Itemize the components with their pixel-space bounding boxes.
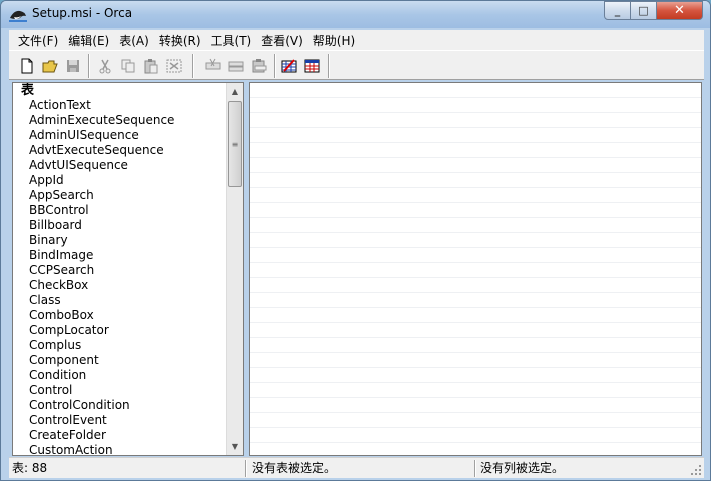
menu-tables[interactable]: 表(A) xyxy=(114,32,154,49)
list-item[interactable]: AdvtExecuteSequence xyxy=(29,143,174,158)
caption-buttons: _ □ ✕ xyxy=(604,1,703,20)
grid-line xyxy=(250,142,701,143)
list-item[interactable]: ComboBox xyxy=(29,308,174,323)
window-title: Setup.msi - Orca xyxy=(32,6,133,20)
menu-view[interactable]: 查看(V) xyxy=(256,32,308,49)
grid-line xyxy=(250,367,701,368)
list-item[interactable]: AdminUISequence xyxy=(29,128,174,143)
grid-line xyxy=(250,232,701,233)
scrollbar-thumb[interactable]: ≡ xyxy=(228,101,242,187)
grid-line xyxy=(250,217,701,218)
title-bar[interactable]: Setup.msi - Orca _ □ ✕ xyxy=(1,1,710,28)
list-item[interactable]: Class xyxy=(29,293,174,308)
grid-line xyxy=(250,397,701,398)
list-item[interactable]: BindImage xyxy=(29,248,174,263)
toolbar-separator xyxy=(328,54,330,78)
list-item[interactable]: ControlCondition xyxy=(29,398,174,413)
grid-line xyxy=(250,352,701,353)
grid-line xyxy=(250,127,701,128)
grid-line xyxy=(250,247,701,248)
grid-line xyxy=(250,307,701,308)
toolbar xyxy=(9,50,704,80)
status-divider xyxy=(474,460,476,477)
list-item[interactable]: Component xyxy=(29,353,174,368)
cut-icon[interactable] xyxy=(97,58,113,74)
tables-pane[interactable]: 表 ActionText AdminExecuteSequence AdminU… xyxy=(12,82,244,456)
grid-line xyxy=(250,322,701,323)
grid-line xyxy=(250,262,701,263)
paste-row-icon[interactable] xyxy=(251,58,267,74)
open-folder-icon[interactable] xyxy=(42,58,58,74)
tables-scrollbar[interactable]: ▲ ≡ ▼ xyxy=(226,83,243,455)
list-item[interactable]: Control xyxy=(29,383,174,398)
list-item[interactable]: ActionText xyxy=(29,98,174,113)
status-divider xyxy=(245,460,247,477)
cut-row-icon[interactable] xyxy=(205,58,221,74)
grid-line xyxy=(250,172,701,173)
grid-line xyxy=(250,442,701,443)
new-document-icon[interactable] xyxy=(19,58,35,74)
toolbar-separator xyxy=(88,54,90,78)
list-item[interactable]: CheckBox xyxy=(29,278,174,293)
list-item[interactable]: AdvtUISequence xyxy=(29,158,174,173)
orca-window: Setup.msi - Orca _ □ ✕ 文件(F) 编辑(E) 表(A) … xyxy=(0,0,711,481)
status-table-count: 表: 88 xyxy=(12,461,48,475)
paste-icon[interactable] xyxy=(143,58,159,74)
grid-line xyxy=(250,382,701,383)
list-item[interactable]: Billboard xyxy=(29,218,174,233)
scroll-up-arrow-icon[interactable]: ▲ xyxy=(227,83,243,100)
grid-line xyxy=(250,157,701,158)
validate-icon[interactable] xyxy=(281,58,297,74)
list-item[interactable]: AdminExecuteSequence xyxy=(29,113,174,128)
copy-icon[interactable] xyxy=(120,58,136,74)
menu-file[interactable]: 文件(F) xyxy=(13,32,63,49)
close-button[interactable]: ✕ xyxy=(657,1,703,20)
grid-line xyxy=(250,202,701,203)
menu-transform[interactable]: 转换(R) xyxy=(154,32,206,49)
status-table-selection: 没有表被选定。 xyxy=(252,461,337,475)
grid-line xyxy=(250,337,701,338)
toolbar-separator xyxy=(274,54,276,78)
list-item[interactable]: CompLocator xyxy=(29,323,174,338)
grid-line xyxy=(250,187,701,188)
grid-line xyxy=(250,112,701,113)
grid-line xyxy=(250,427,701,428)
grid-line xyxy=(250,97,701,98)
grid-line xyxy=(250,412,701,413)
grid-line xyxy=(250,292,701,293)
list-item[interactable]: CCPSearch xyxy=(29,263,174,278)
list-item[interactable]: AppId xyxy=(29,173,174,188)
scroll-down-arrow-icon[interactable]: ▼ xyxy=(227,438,243,455)
list-item[interactable]: AppSearch xyxy=(29,188,174,203)
status-column-selection: 没有列被选定。 xyxy=(480,461,565,475)
menu-bar: 文件(F) 编辑(E) 表(A) 转换(R) 工具(T) 查看(V) 帮助(H) xyxy=(9,30,704,50)
tables-header: 表 xyxy=(21,83,35,98)
table-data-pane[interactable] xyxy=(249,82,702,456)
copy-row-icon[interactable] xyxy=(228,58,244,74)
list-item[interactable]: Condition xyxy=(29,368,174,383)
table-icon[interactable] xyxy=(304,58,320,74)
maximize-button[interactable]: □ xyxy=(631,1,657,20)
status-bar: 表: 88 没有表被选定。 没有列被选定。 xyxy=(9,457,704,478)
menu-help[interactable]: 帮助(H) xyxy=(308,32,360,49)
save-icon[interactable] xyxy=(65,58,81,74)
list-item[interactable]: CustomAction xyxy=(29,443,174,455)
resize-grip-icon[interactable] xyxy=(690,464,702,476)
minimize-button[interactable]: _ xyxy=(604,1,631,20)
menu-edit[interactable]: 编辑(E) xyxy=(63,32,114,49)
tables-list: ActionText AdminExecuteSequence AdminUIS… xyxy=(29,98,174,455)
toolbar-separator xyxy=(192,54,194,78)
list-item[interactable]: Complus xyxy=(29,338,174,353)
menu-tools[interactable]: 工具(T) xyxy=(206,32,257,49)
grid-line xyxy=(250,277,701,278)
list-item[interactable]: ControlEvent xyxy=(29,413,174,428)
list-item[interactable]: Binary xyxy=(29,233,174,248)
list-item[interactable]: BBControl xyxy=(29,203,174,218)
drop-table-icon[interactable] xyxy=(166,58,182,74)
orca-app-icon xyxy=(9,10,27,22)
list-item[interactable]: CreateFolder xyxy=(29,428,174,443)
